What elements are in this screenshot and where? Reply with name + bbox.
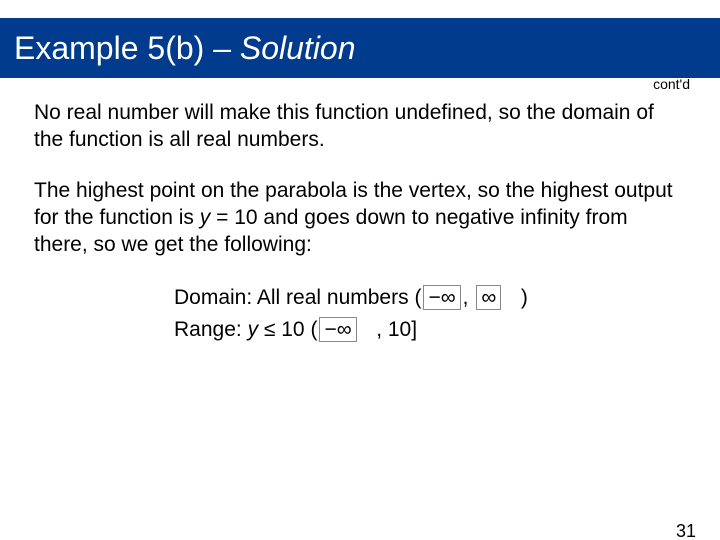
page-number: 31 bbox=[676, 521, 696, 540]
paragraph-2: The highest point on the parabola is the… bbox=[34, 178, 686, 259]
title-prefix: Example 5(b) – bbox=[14, 30, 240, 66]
para2-y: y bbox=[200, 206, 211, 229]
neg-infinity-icon: −∞ bbox=[423, 285, 460, 310]
slide: Example 5(b) – Solution cont'd No real n… bbox=[0, 18, 720, 540]
slide-title: Example 5(b) – Solution bbox=[14, 30, 356, 67]
title-italic: Solution bbox=[240, 30, 356, 66]
neg-infinity-icon-2: −∞ bbox=[319, 317, 356, 342]
domain-line: Domain: All real numbers (−∞, ∞ ) bbox=[174, 282, 686, 314]
comma: , bbox=[463, 286, 469, 309]
slide-body: No real number will make this function u… bbox=[0, 78, 720, 345]
range-label: Range: bbox=[174, 318, 248, 341]
range-close: , 10] bbox=[376, 318, 417, 341]
paragraph-1: No real number will make this function u… bbox=[34, 100, 686, 154]
range-line: Range: y ≤ 10 (−∞ , 10] bbox=[174, 314, 686, 346]
domain-range-block: Domain: All real numbers (−∞, ∞ ) Range:… bbox=[174, 282, 686, 345]
domain-label: Domain: All real numbers bbox=[174, 286, 414, 309]
paren-open: ( bbox=[414, 286, 421, 309]
continued-label: cont'd bbox=[653, 76, 690, 92]
range-y: y bbox=[248, 318, 259, 341]
pos-infinity-icon: ∞ bbox=[476, 285, 501, 310]
range-le: ≤ 10 bbox=[258, 318, 310, 341]
paren-close: ) bbox=[521, 286, 528, 309]
title-bar: Example 5(b) – Solution bbox=[0, 18, 720, 78]
paren-open-2: ( bbox=[310, 318, 317, 341]
